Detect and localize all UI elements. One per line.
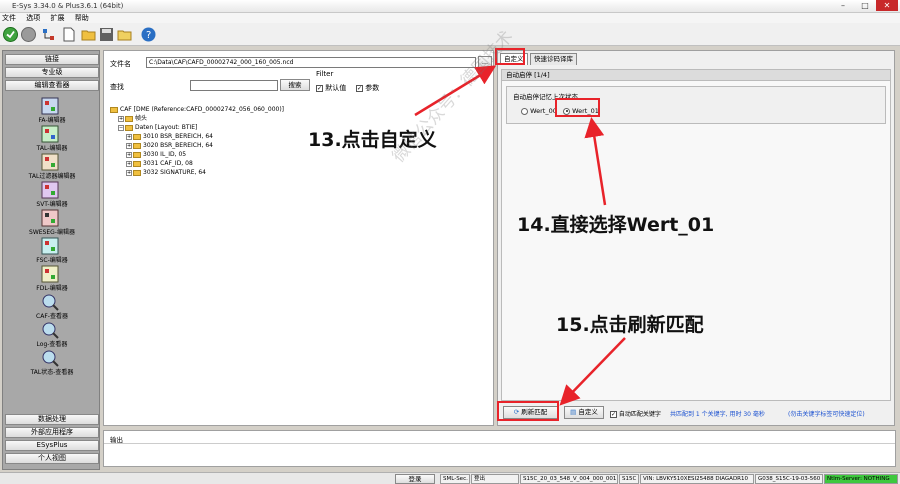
annotation-arrows <box>414 65 626 406</box>
annotation-15: 15.点击刷新匹配 <box>556 314 704 336</box>
arrow-15 <box>559 337 626 406</box>
arrow-14 <box>584 117 607 206</box>
annotation-14: 14.直接选择Wert_01 <box>517 214 715 236</box>
